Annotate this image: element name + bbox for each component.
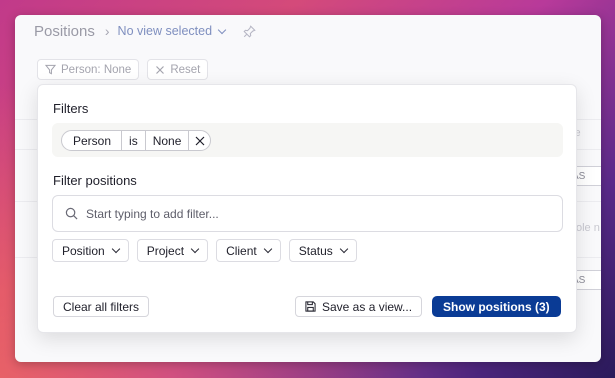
dropdown-label: Project <box>146 243 185 258</box>
close-icon <box>156 65 165 74</box>
filter-field[interactable]: Person <box>62 131 123 150</box>
position-dropdown[interactable]: Position <box>52 239 129 262</box>
active-filter-token: Person is None <box>61 130 212 151</box>
save-as-view-button[interactable]: Save as a view... <box>295 296 423 317</box>
search-icon <box>65 207 78 220</box>
chevron-down-icon <box>190 244 200 254</box>
status-dropdown[interactable]: Status <box>288 239 357 262</box>
close-icon <box>195 136 205 145</box>
filter-dropdowns: Position Project Client Status <box>52 239 357 262</box>
header-bar: Positions › No view selected <box>15 15 601 47</box>
filter-icon <box>45 64 56 75</box>
clear-all-label: Clear all filters <box>63 299 140 314</box>
chevron-down-icon <box>217 25 227 34</box>
view-select-label: No view selected <box>117 24 213 38</box>
filter-search-field[interactable] <box>52 195 563 232</box>
filter-operator[interactable]: is <box>122 131 146 150</box>
client-dropdown[interactable]: Client <box>216 239 281 262</box>
chevron-down-icon <box>111 244 120 254</box>
filter-popover: Filters Person is None Filter positions … <box>37 84 577 333</box>
person-filter-pill[interactable]: Person: None <box>37 59 140 80</box>
chevron-down-icon <box>339 244 349 254</box>
filter-bar: Person: None Reset <box>37 59 209 80</box>
chevron-right-icon: › <box>104 23 110 39</box>
project-dropdown[interactable]: Project <box>136 239 209 262</box>
filter-value[interactable]: None <box>146 131 190 150</box>
bg-text: ole n <box>576 222 600 234</box>
active-filters-area: Person is None <box>52 123 563 157</box>
filter-search-input[interactable] <box>86 206 526 221</box>
chevron-down-icon <box>263 244 272 254</box>
filter-positions-heading: Filter positions <box>53 173 137 188</box>
dropdown-label: Client <box>226 243 257 258</box>
pin-icon[interactable] <box>243 24 256 38</box>
save-view-label: Save as a view... <box>322 299 413 314</box>
show-positions-label: Show positions (3) <box>443 299 550 314</box>
clear-all-filters-button[interactable]: Clear all filters <box>53 296 150 317</box>
person-filter-label: Person: None <box>61 63 132 76</box>
save-icon <box>305 301 316 312</box>
reset-button[interactable]: Reset <box>147 59 209 80</box>
dropdown-label: Position <box>62 243 105 258</box>
page-title: Positions <box>34 22 95 40</box>
view-selector[interactable]: No view selected <box>117 24 227 38</box>
reset-label: Reset <box>170 63 201 76</box>
dropdown-label: Status <box>298 243 333 258</box>
filters-heading: Filters <box>53 101 89 116</box>
show-positions-button[interactable]: Show positions (3) <box>432 296 561 317</box>
remove-filter-button[interactable] <box>189 131 210 150</box>
